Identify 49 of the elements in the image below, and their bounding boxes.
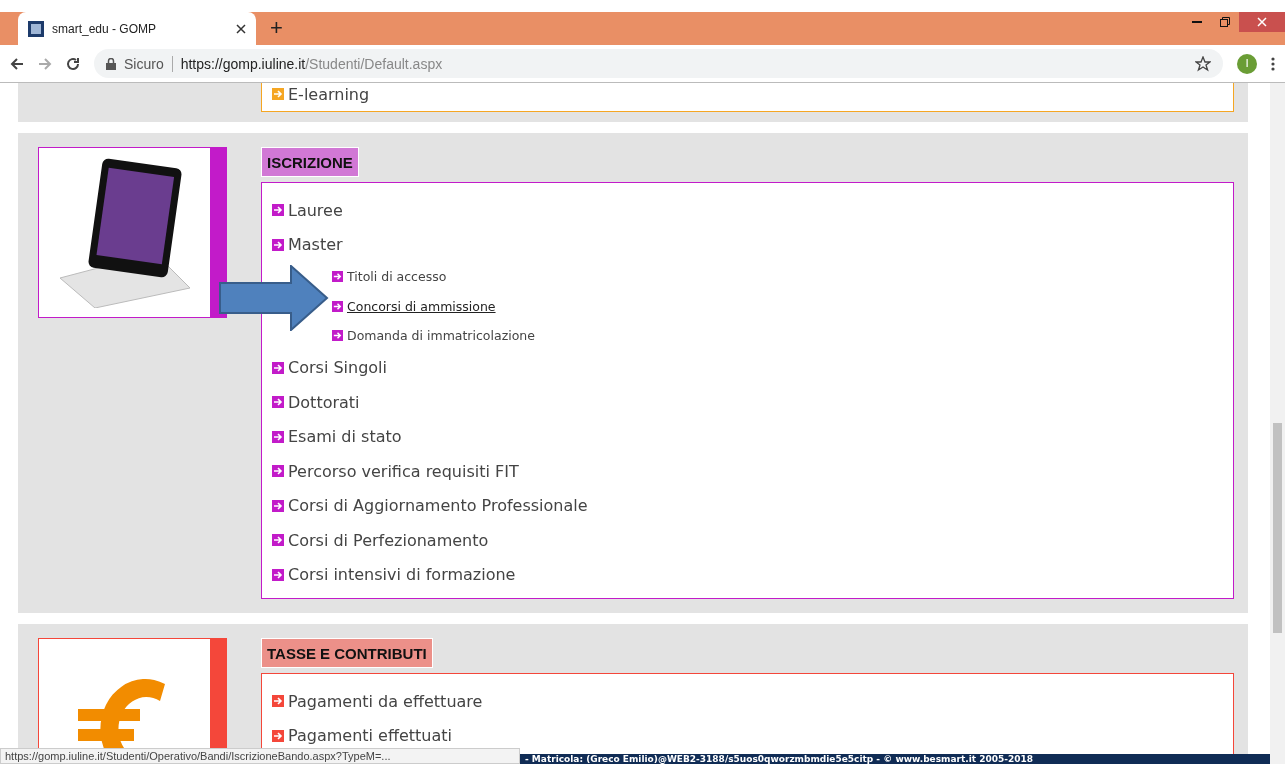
- arrow-bullet-icon: [272, 396, 284, 409]
- menu-link[interactable]: Corsi di Perfezionamento: [288, 530, 489, 550]
- arrow-bullet-icon: [272, 568, 284, 581]
- arrow-bullet-icon: [272, 465, 284, 478]
- arrow-bullet-icon: [272, 499, 284, 512]
- security-label: Sicuro: [124, 55, 173, 72]
- menu-link[interactable]: Percorso verifica requisiti FIT: [288, 461, 519, 481]
- address-bar[interactable]: Sicuro https://gomp.iuline.it/Studenti/Default.aspx: [94, 49, 1223, 78]
- arrow-bullet-icon: [272, 695, 284, 708]
- reload-icon[interactable]: [66, 56, 80, 71]
- lock-icon: [106, 57, 116, 70]
- site-logo-icon: [28, 20, 44, 37]
- star-icon[interactable]: [1195, 55, 1211, 72]
- submenu-link[interactable]: Concorsi di ammissione: [347, 298, 496, 314]
- close-icon[interactable]: [236, 23, 246, 34]
- url-text: https://gomp.iuline.it/Studenti/Default.aspx: [180, 55, 443, 72]
- menu-link[interactable]: Pagamenti da effettuare: [288, 691, 483, 711]
- menu-icon[interactable]: [1271, 56, 1275, 71]
- arrow-bullet-icon: [272, 534, 284, 547]
- menu-link[interactable]: Dottorati: [288, 392, 360, 412]
- menu-link[interactable]: Corsi di Aggiornamento Professionale: [288, 496, 588, 516]
- link-status-url: https://gomp.iuline.it/Studenti/Operativo/Bandi/IscrizioneBando.aspx?TypeM=...: [0, 748, 520, 764]
- menu-link[interactable]: Master: [288, 235, 343, 255]
- arrow-bullet-icon: [332, 330, 343, 342]
- arrow-bullet-icon: [272, 430, 284, 443]
- tab-title: smart_edu - GOMP: [52, 21, 158, 36]
- arrow-bullet-icon: [272, 88, 284, 100]
- arrow-bullet-icon: [332, 271, 343, 283]
- menu-link[interactable]: Corsi intensivi di formazione: [288, 565, 516, 585]
- menu-link[interactable]: Pagamenti effettuati: [288, 726, 452, 746]
- submenu-link[interactable]: Titoli di accesso: [347, 269, 447, 285]
- minimize-icon[interactable]: [1192, 20, 1202, 24]
- menu-link[interactable]: Corsi Singoli: [288, 358, 387, 378]
- arrow-bullet-icon: [272, 238, 284, 251]
- section-title: ISCRIZIONE: [261, 147, 359, 177]
- section-title: TASSE E CONTRIBUTI: [261, 638, 433, 668]
- menu-link[interactable]: Lauree: [288, 200, 343, 220]
- submenu-link[interactable]: Domanda di immatricolazione: [347, 328, 535, 344]
- arrow-bullet-icon: [332, 300, 343, 312]
- menu-link[interactable]: E-learning: [288, 84, 370, 104]
- menu-link[interactable]: Esami di stato: [288, 427, 402, 447]
- new-tab-button[interactable]: +: [266, 15, 287, 41]
- arrow-bullet-icon: [272, 729, 284, 742]
- back-arrow-icon[interactable]: [10, 56, 24, 71]
- browser-tab[interactable]: smart_edu - GOMP: [18, 12, 256, 45]
- arrow-bullet-icon: [272, 361, 284, 374]
- restore-icon[interactable]: [1220, 17, 1230, 27]
- scrollbar-thumb[interactable]: [1273, 423, 1282, 633]
- arrow-bullet-icon: [272, 204, 284, 217]
